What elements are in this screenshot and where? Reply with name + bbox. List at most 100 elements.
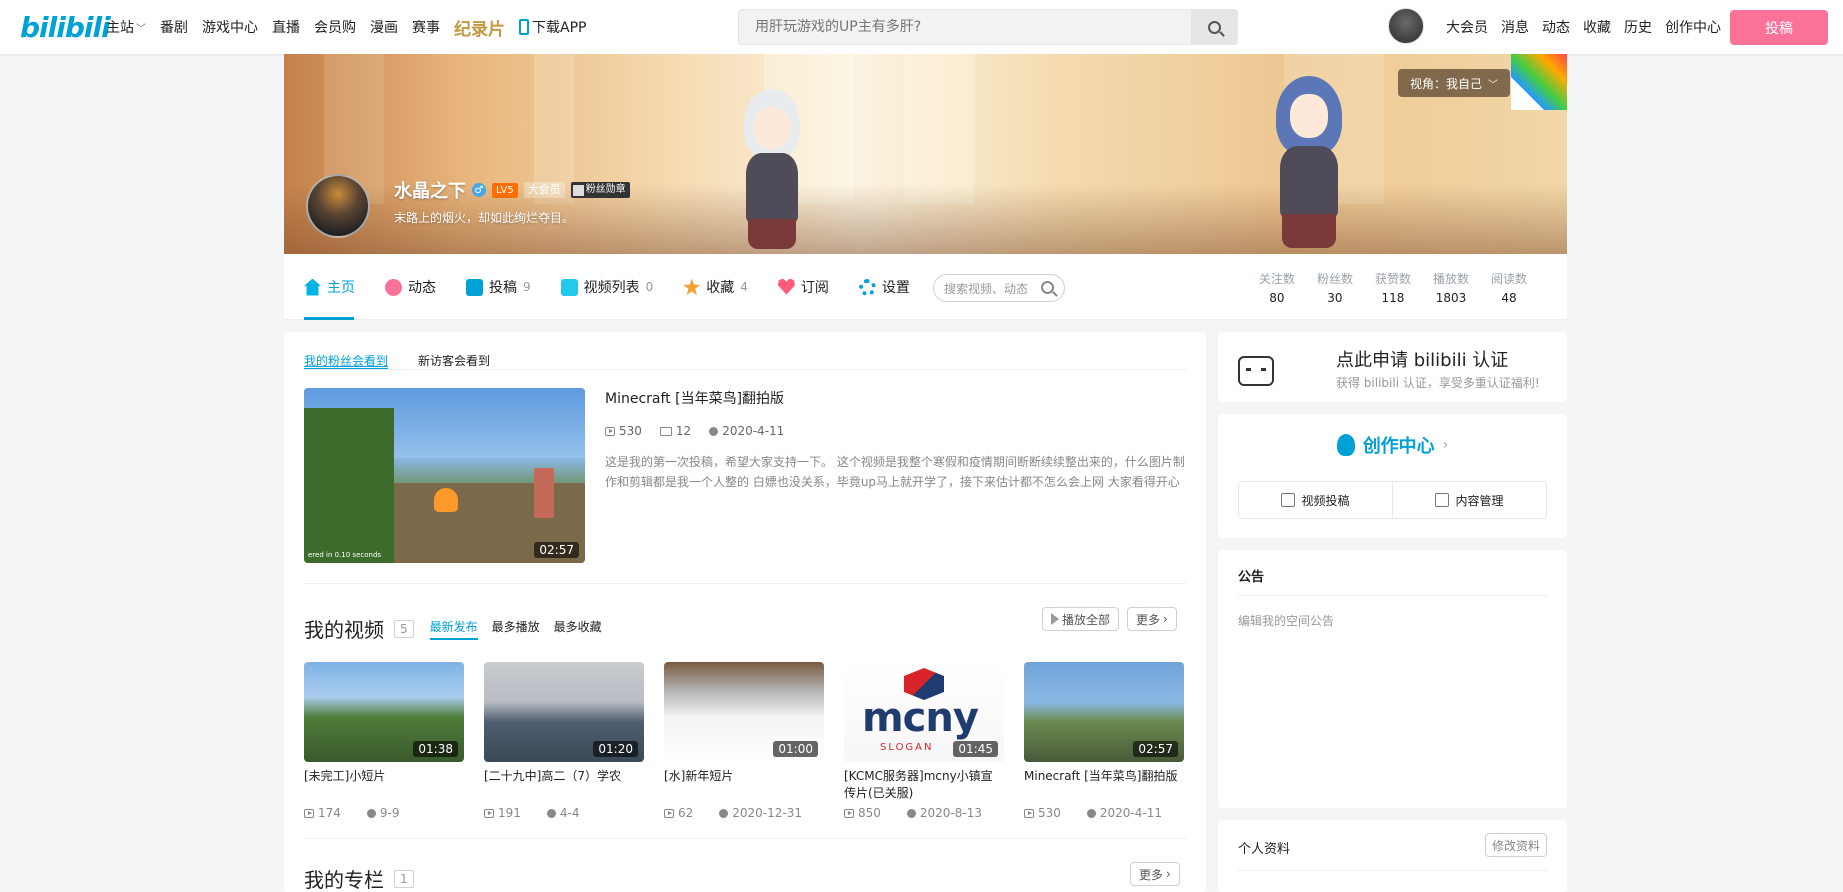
nav-link-esports[interactable]: 赛事 [412,17,440,37]
user-avatar[interactable] [1388,8,1424,44]
more-columns-button[interactable]: 更多 › [1130,862,1180,886]
tab-home[interactable]: 主页 [304,254,355,320]
character-body [1280,146,1338,218]
stat-item[interactable]: 阅读数 48 [1491,270,1527,305]
nav-link-bangumi[interactable]: 番剧 [160,17,188,37]
tab-count: 0 [645,280,654,294]
edit-profile-button[interactable]: 修改资料 [1484,833,1547,857]
space-search[interactable]: 搜索视频、动态 [933,274,1065,302]
search-button[interactable] [1191,10,1237,44]
more-videos-button[interactable]: 更多 › [1127,607,1177,631]
subtab-fans-view[interactable]: 我的粉丝会看到 [304,352,389,369]
character-face [754,107,790,149]
video-card[interactable]: 01:20 [二十九中]高二（7）学农 191 4-4 [484,662,644,820]
video-card[interactable]: 01:38 [未完工]小短片 174 9-9 [304,662,464,820]
sort-most-played[interactable]: 最多播放 [492,618,540,640]
banner-color-corner[interactable] [1511,54,1567,110]
download-app-label: 下载APP [532,20,587,36]
video-title[interactable]: [水]新年短片 [664,768,824,802]
nav-messages[interactable]: 消息 [1501,17,1529,37]
bilibili-logo[interactable]: bilibili [20,10,111,44]
nav-main-station[interactable]: 主站 ﹀ [106,17,146,37]
nav-vip[interactable]: 大会员 [1446,17,1488,37]
playlist-icon [560,278,578,296]
video-list: 01:38 [未完工]小短片 174 9-9 01:20 [二十九中]高二（7）学农 191… [304,662,1184,820]
play-count-value: 530 [1038,806,1061,820]
video-upload-button[interactable]: 视频投稿 [1239,482,1393,518]
personal-info-title: 个人资料 [1238,842,1291,857]
video-duration: 02:57 [1133,741,1178,757]
publish-date: 9-9 [366,806,400,820]
sort-most-favorited[interactable]: 最多收藏 [554,618,602,640]
cert-title: 点此申请 bilibili 认证 [1336,350,1509,371]
tab-playlist[interactable]: 视频列表 0 [560,254,654,320]
play-all-button[interactable]: 播放全部 [1042,607,1120,631]
featured-video-thumbnail[interactable]: ered in 0.10 seconds 02:57 [304,388,585,563]
search-input[interactable] [739,10,1179,44]
video-title[interactable]: Minecraft [当年菜鸟]翻拍版 [1024,768,1184,802]
play-count-icon [605,426,615,436]
profile-tabs: 主页 动态 投稿 9 视频列表 0 收藏 4 订阅 设置 [304,254,940,320]
stat-item[interactable]: 粉丝数 30 [1317,270,1353,305]
main-column: 我的粉丝会看到 新访客会看到 ered in 0.10 seconds 02:5… [284,332,1206,892]
certification-card[interactable]: 点此申请 bilibili 认证 获得 bilibili 认证，享受多重认证福利… [1218,332,1567,402]
profile-username: 水晶之下 [394,181,466,202]
nav-download-app[interactable]: 下载APP [519,17,586,37]
tab-upload[interactable]: 投稿 9 [466,254,531,320]
video-card[interactable]: 01:00 [水]新年短片 62 2020-12-31 [664,662,824,820]
video-sort-tabs: 最新发布 最多播放 最多收藏 [429,618,602,640]
nav-link-game-center[interactable]: 游戏中心 [202,17,258,37]
fan-medal-badge[interactable]: 粉丝勋章 [570,182,630,198]
play-all-label: 播放全部 [1062,612,1111,627]
tab-star[interactable]: 收藏 4 [683,254,748,320]
vip-badge[interactable]: 大会员 [523,182,565,198]
nav-link-live[interactable]: 直播 [272,17,300,37]
nav-favorites[interactable]: 收藏 [1583,17,1611,37]
play-count-icon [304,808,314,818]
nav-history[interactable]: 历史 [1624,17,1652,37]
stat-label: 粉丝数 [1316,272,1353,286]
featured-video-description: 这是我的第一次投稿，希望大家支持一下。 这个视频是我整个寒假和疫情期间断断续续整… [605,455,1185,489]
level-badge[interactable]: LV5 [492,182,518,198]
nav-creator-center[interactable]: 创作中心 [1665,17,1721,37]
stat-item[interactable]: 获赞数 118 [1375,270,1411,305]
video-thumbnail[interactable]: 01:20 [484,662,644,762]
mascot-screen [1238,356,1274,386]
stat-item[interactable]: 播放数 1803 [1433,270,1469,305]
video-title[interactable]: [KCMC服务器]mcny小镇宣传片(已关服) [844,768,1004,802]
view-as-dropdown[interactable]: 视角：我自己 ﹀ [1397,69,1510,97]
stat-item[interactable]: 关注数 80 [1259,270,1295,305]
video-title[interactable]: [未完工]小短片 [304,768,464,802]
creator-center-card: 创作中心 › 视频投稿 内容管理 [1218,414,1567,538]
content-manage-button[interactable]: 内容管理 [1393,482,1546,518]
tab-heart[interactable]: 订阅 [777,254,829,320]
creator-center-link[interactable]: 创作中心 › [1218,432,1567,458]
subtab-visitor-view[interactable]: 新访客会看到 [418,352,490,369]
video-thumbnail[interactable]: mcny SLOGAN 01:45 [844,662,1004,762]
video-thumbnail[interactable]: 01:00 [664,662,824,762]
video-thumbnail[interactable]: 01:38 [304,662,464,762]
chevron-down-icon: ﹀ [1488,79,1498,91]
upload-button[interactable]: 投稿 [1730,10,1828,45]
nav-link-shop[interactable]: 会员购 [314,17,356,37]
play-count: 530 [605,424,642,438]
profile-avatar[interactable] [306,174,370,238]
sort-latest[interactable]: 最新发布 [429,618,478,640]
video-card[interactable]: 02:57 Minecraft [当年菜鸟]翻拍版 530 2020-4-11 [1024,662,1184,820]
nav-link-manga[interactable]: 漫画 [370,17,398,37]
nav-dynamics[interactable]: 动态 [1542,17,1570,37]
video-title[interactable]: [二十九中]高二（7）学农 [484,768,644,802]
notice-editor[interactable]: 编辑我的空间公告 [1238,612,1334,629]
profile-signature[interactable]: 末路上的烟火，却如此绚烂夺目。 [394,209,574,226]
video-thumbnail[interactable]: 02:57 [1024,662,1184,762]
danmaku-count: 12 [659,424,691,438]
tab-dynamic[interactable]: 动态 [385,254,436,320]
featured-video-title[interactable]: Minecraft [当年菜鸟]翻拍版 [605,388,784,408]
video-card[interactable]: mcny SLOGAN 01:45 [KCMC服务器]mcny小镇宣传片(已关服) 85… [844,662,1004,820]
stat-value: 1803 [1435,291,1467,305]
more-label: 更多 [1136,612,1161,627]
publish-date: 2020-12-31 [719,806,802,820]
phone-icon [519,19,529,35]
nav-link-documentary[interactable]: 纪录片 [454,15,505,40]
tab-gear[interactable]: 设置 [858,254,910,320]
